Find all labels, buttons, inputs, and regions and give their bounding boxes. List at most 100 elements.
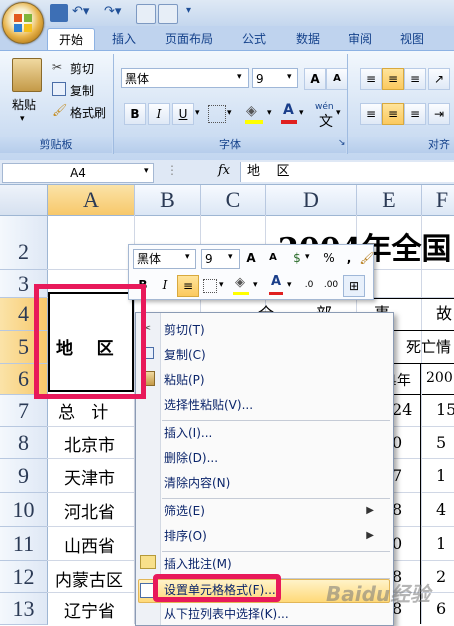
copy-button[interactable]: 复制 [70,82,94,99]
cell-region[interactable]: 辽宁省 [64,597,115,622]
name-box[interactable]: A4 [2,163,154,183]
cell-value-f[interactable]: 1 [436,534,446,553]
name-box-dropdown-icon[interactable]: ▾ [144,166,149,176]
mini-fill-color-icon[interactable]: ◈ [235,275,245,290]
redo-icon[interactable]: ↷▾ [104,4,121,19]
cell-region[interactable]: 河北省 [64,498,115,523]
customize-qat-icon[interactable]: ▾ [186,5,191,16]
cut-button[interactable]: 剪切 [70,60,94,77]
underline-button[interactable]: U [172,103,194,125]
mini-comma-button[interactable]: , [339,248,359,268]
menu-item-paste[interactable]: 粘贴(P) [164,368,384,392]
cell-region[interactable]: 北京市 [64,431,115,456]
paste-button[interactable]: 粘贴 [12,96,36,113]
row-header-7[interactable]: 7 [0,395,48,427]
row-header-2[interactable]: 2 [0,216,48,270]
mini-merge-center-icon[interactable]: ⊞ [343,275,365,297]
align-top-button[interactable]: ≡ [360,68,382,90]
formula-bar-resize-icon[interactable]: ⋮ [166,163,178,177]
underline-dropdown-icon[interactable]: ▾ [195,108,200,118]
mini-borders-icon[interactable] [203,279,217,293]
mini-italic-button[interactable]: I [155,275,175,295]
menu-item-delete[interactable]: 删除(D)... [164,446,384,470]
mini-font-size-box[interactable]: 9 [201,249,240,269]
mini-font-color-dropdown-icon[interactable]: ▾ [287,280,292,290]
mini-borders-dropdown-icon[interactable]: ▾ [219,280,224,290]
tab-formulas[interactable]: 公式 [234,28,274,50]
borders-icon[interactable] [208,105,226,123]
cell-value-f[interactable]: 5 [436,433,446,452]
fill-color-dropdown-icon[interactable]: ▾ [267,108,272,118]
grow-font-button[interactable]: A [304,68,326,90]
column-header-a[interactable]: A [48,185,135,215]
mini-font-color-icon[interactable]: A [271,274,281,289]
tab-data[interactable]: 数据 [288,28,328,50]
mini-accounting-dropdown-icon[interactable]: ▾ [305,252,310,262]
mini-decrease-decimal-icon[interactable]: .00 [321,275,341,295]
mini-increase-decimal-icon[interactable]: .0 [299,275,319,295]
cell-region[interactable]: 总 计 [58,398,108,423]
menu-item-paste-special[interactable]: 选择性粘贴(V)... [164,393,384,417]
column-header-f[interactable]: F [422,185,454,215]
toolbar-print-icon[interactable] [158,4,178,24]
row-header-12[interactable]: 12 [0,561,48,593]
select-all-button[interactable] [0,185,48,216]
font-size-dropdown-icon[interactable]: ▾ [287,72,292,82]
column-header-c[interactable]: C [201,185,266,215]
indent-button[interactable]: ⇥ [428,103,450,125]
mini-center-button[interactable]: ≡ [177,275,199,297]
paste-icon[interactable] [12,58,42,92]
cell-value-f[interactable]: 15 [436,400,454,419]
menu-item-sort[interactable]: 排序(O) ▶ [164,524,384,548]
cell-value-e[interactable]: 24 [392,400,412,419]
tab-insert[interactable]: 插入 [104,28,144,50]
row-header-8[interactable]: 8 [0,427,48,459]
column-header-e[interactable]: E [357,185,422,215]
row-header-13[interactable]: 13 [0,593,48,625]
formula-input[interactable]: 地 区 [240,162,454,182]
font-name-dropdown-icon[interactable]: ▾ [237,72,242,82]
format-painter-icon[interactable]: 🖌 [52,103,67,117]
menu-item-clear-contents[interactable]: 清除内容(N) [164,471,384,495]
menu-item-cut[interactable]: 剪切(T) [164,318,384,342]
cell-region[interactable]: 天津市 [64,464,115,489]
align-right-button[interactable]: ≡ [404,103,426,125]
align-middle-button[interactable]: ≡ [382,68,404,90]
row-header-10[interactable]: 10 [0,493,48,527]
office-button[interactable] [2,2,44,44]
shrink-font-button[interactable]: A [326,68,348,90]
font-name-box[interactable]: 黑体 [121,68,249,88]
menu-item-insert[interactable]: 插入(I)... [164,421,384,445]
fill-color-icon[interactable]: ◈ [246,103,257,119]
font-color-icon[interactable]: A [283,102,294,118]
cell-value-f[interactable]: 1 [436,466,446,485]
align-bottom-button[interactable]: ≡ [404,68,426,90]
save-icon[interactable] [50,4,68,22]
align-left-button[interactable]: ≡ [360,103,382,125]
cell-value-f[interactable]: 6 [436,599,446,618]
tab-page-layout[interactable]: 页面布局 [158,28,220,50]
format-painter-button[interactable]: 格式刷 [70,104,106,121]
cell-value-f[interactable]: 2 [436,567,446,586]
cell-value-f[interactable]: 4 [436,500,446,519]
italic-button[interactable]: I [148,103,170,125]
toolbar-tool-icon[interactable] [136,4,156,24]
align-center-button[interactable]: ≡ [382,103,404,125]
bold-button[interactable]: B [124,103,146,125]
tab-review[interactable]: 审阅 [340,28,380,50]
orientation-button[interactable]: ↗ [428,68,450,90]
menu-item-copy[interactable]: 复制(C) [164,343,384,367]
font-dialog-launcher-icon[interactable]: ↘ [338,138,346,148]
mini-fill-dropdown-icon[interactable]: ▾ [253,280,258,290]
row-header-9[interactable]: 9 [0,459,48,493]
borders-dropdown-icon[interactable]: ▾ [227,108,232,118]
mini-font-dropdown-icon[interactable]: ▾ [185,252,190,262]
mini-shrink-font-button[interactable]: A [263,248,283,268]
mini-format-painter-icon[interactable]: 🖌 [357,248,377,268]
phonetic-dropdown-icon[interactable]: ▾ [336,108,341,118]
cell-region[interactable]: 山西省 [64,532,115,557]
paste-dropdown-icon[interactable]: ▾ [20,114,25,124]
row-header-11[interactable]: 11 [0,527,48,561]
cell-region[interactable]: 内蒙古区 [55,566,123,591]
undo-icon[interactable]: ↶▾ [72,4,89,19]
